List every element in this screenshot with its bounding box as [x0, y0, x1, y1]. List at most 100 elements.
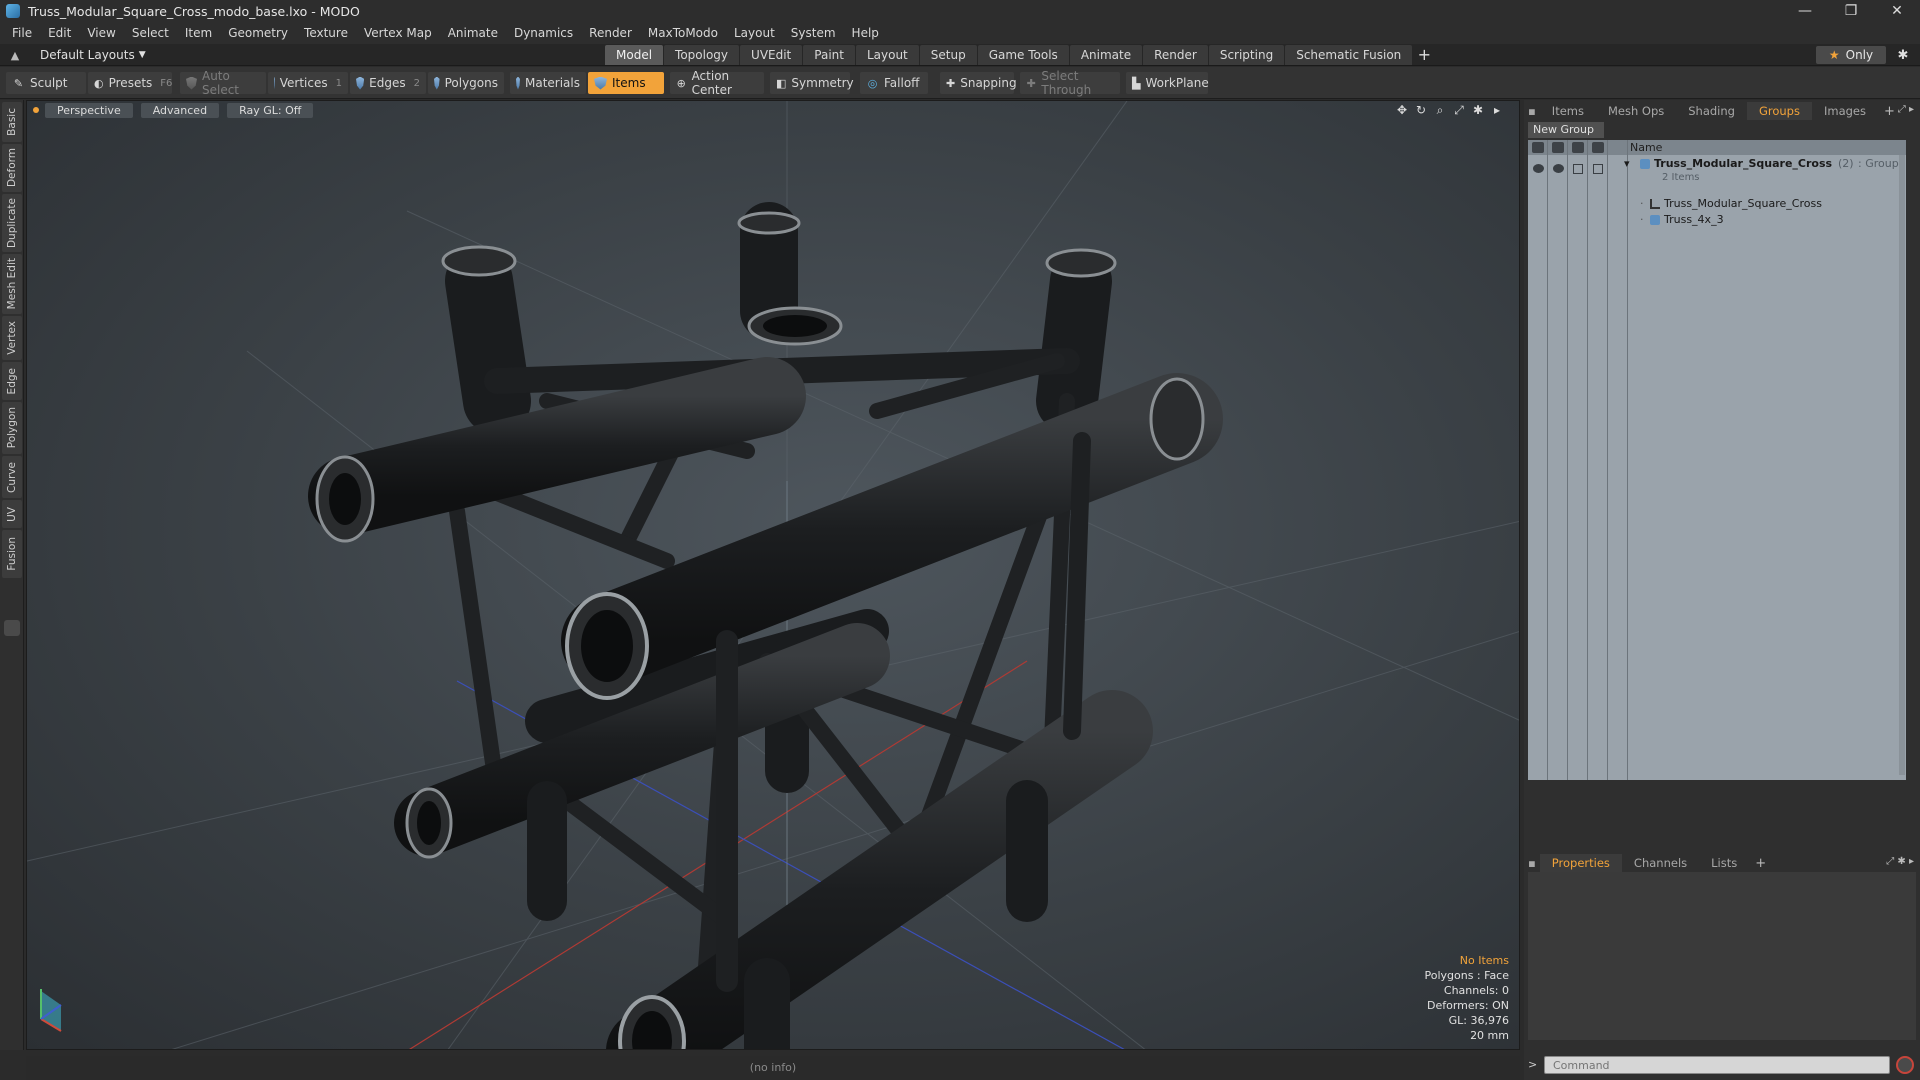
menu-geometry[interactable]: Geometry — [220, 22, 296, 44]
vtab-uv[interactable]: UV — [2, 500, 22, 528]
items-button[interactable]: Items — [588, 72, 664, 94]
viewport-menu-icon[interactable] — [33, 107, 39, 113]
only-toggle-button[interactable]: ★ Only — [1816, 46, 1886, 64]
panel-menu-dot-icon[interactable]: ▪ — [1524, 102, 1540, 120]
minimize-button[interactable]: — — [1782, 0, 1828, 22]
action-center-button[interactable]: ⊕ Action Center — [670, 69, 764, 97]
menu-file[interactable]: File — [4, 22, 40, 44]
close-button[interactable]: ✕ — [1874, 0, 1920, 22]
vtab-fusion[interactable]: Fusion — [2, 530, 22, 578]
properties-expand-icon[interactable]: ⤢ ✱ ▸ — [1886, 856, 1914, 867]
expand-arrow-icon[interactable]: ▸ — [1489, 102, 1505, 118]
select-through-button[interactable]: ✚ Select Through — [1020, 69, 1120, 97]
tab-items[interactable]: Items — [1540, 102, 1596, 120]
tab-images[interactable]: Images — [1812, 102, 1878, 120]
vertices-button[interactable]: Vertices 1 — [268, 72, 348, 94]
tab-topology[interactable]: Topology — [664, 45, 740, 65]
menu-vertex-map[interactable]: Vertex Map — [356, 22, 440, 44]
properties-tabs: ▪ Properties Channels Lists + ⤢ ✱ ▸ — [1524, 854, 1920, 872]
tab-scripting[interactable]: Scripting — [1208, 45, 1285, 65]
materials-button[interactable]: Materials — [510, 72, 586, 94]
list-item[interactable]: · Truss_4x_3 — [1528, 212, 1906, 228]
shading-dropdown[interactable]: Advanced — [140, 102, 220, 118]
tab-paint[interactable]: Paint — [803, 45, 855, 65]
viewport-gear-icon[interactable]: ✱ — [1470, 102, 1486, 118]
restore-button[interactable]: ❐ — [1828, 0, 1874, 22]
view-mode-dropdown[interactable]: Perspective — [45, 102, 133, 118]
rotate-icon[interactable]: ↻ — [1413, 102, 1429, 118]
menu-layout[interactable]: Layout — [726, 22, 783, 44]
layout-selector[interactable]: ▲ Default Layouts ▼ — [6, 46, 146, 64]
menu-system[interactable]: System — [783, 22, 844, 44]
falloff-button[interactable]: ◎ Falloff — [860, 72, 928, 94]
tab-setup[interactable]: Setup — [919, 45, 977, 65]
falloff-icon: ◎ — [867, 76, 878, 90]
presets-icon: ◐ — [94, 76, 104, 90]
workplane-button[interactable]: ▙ WorkPlane — [1126, 72, 1209, 94]
fit-icon[interactable]: ⤢ — [1451, 102, 1467, 118]
tab-lists[interactable]: Lists — [1699, 854, 1749, 872]
tab-model[interactable]: Model — [605, 45, 664, 65]
vtab-polygon[interactable]: Polygon — [2, 402, 22, 454]
tab-schematic-fusion[interactable]: Schematic Fusion — [1285, 45, 1413, 65]
zoom-icon[interactable]: ⌕ — [1432, 102, 1448, 118]
add-properties-tab-plus-icon[interactable]: + — [1749, 856, 1772, 871]
chevron-down-icon: ▼ — [138, 50, 146, 60]
vtab-deform[interactable]: Deform — [2, 144, 22, 192]
menu-help[interactable]: Help — [844, 22, 887, 44]
menu-texture[interactable]: Texture — [296, 22, 356, 44]
tab-uvedit[interactable]: UVEdit — [740, 45, 803, 65]
tab-channels[interactable]: Channels — [1622, 854, 1699, 872]
sculpt-button[interactable]: ✎ Sculpt — [6, 72, 86, 94]
snapping-button[interactable]: ✚ Snapping — [940, 72, 1017, 94]
panel-expand-icon[interactable]: ⤢ ▸ — [1898, 104, 1914, 115]
tab-layout[interactable]: Layout — [855, 45, 919, 65]
auto-select-button[interactable]: Auto Select — [180, 69, 266, 97]
tab-properties[interactable]: Properties — [1539, 854, 1622, 872]
vtab-edge[interactable]: Edge — [2, 362, 22, 400]
pan-icon[interactable]: ✥ — [1394, 102, 1410, 118]
polygons-button[interactable]: Polygons — [428, 72, 504, 94]
star-icon: ★ — [1828, 48, 1840, 62]
command-input[interactable] — [1544, 1056, 1890, 1074]
vtab-mesh-edit[interactable]: Mesh Edit — [2, 254, 22, 314]
menu-maxtomodo[interactable]: MaxToModo — [640, 22, 726, 44]
tab-game-tools[interactable]: Game Tools — [977, 45, 1069, 65]
vtab-curve[interactable]: Curve — [2, 456, 22, 498]
edges-button[interactable]: Edges 2 — [350, 72, 426, 94]
collapse-up-icon[interactable]: ▲ — [6, 46, 24, 64]
groups-scrollbar[interactable] — [1899, 155, 1905, 775]
vtab-basic[interactable]: Basic — [2, 102, 22, 142]
collapse-toggle-icon[interactable] — [4, 620, 20, 636]
command-prompt-icon: > — [1528, 1058, 1538, 1071]
3d-viewport[interactable]: Perspective Advanced Ray GL: Off ✥ ↻ ⌕ ⤢… — [26, 100, 1520, 1050]
menu-item[interactable]: Item — [177, 22, 220, 44]
list-item[interactable]: · Truss_Modular_Square_Cross — [1528, 196, 1906, 212]
gear-icon[interactable]: ✱ — [1894, 46, 1912, 64]
tab-render[interactable]: Render — [1143, 45, 1208, 65]
command-history-button[interactable] — [1896, 1056, 1914, 1074]
menu-edit[interactable]: Edit — [40, 22, 79, 44]
truss-3d-model — [27, 101, 1519, 1049]
menu-view[interactable]: View — [79, 22, 123, 44]
tab-mesh-ops[interactable]: Mesh Ops — [1596, 102, 1676, 120]
vtab-vertex[interactable]: Vertex — [2, 316, 22, 360]
menu-dynamics[interactable]: Dynamics — [506, 22, 581, 44]
properties-menu-dot-icon[interactable]: ▪ — [1524, 854, 1540, 872]
new-group-button[interactable]: New Group — [1528, 122, 1604, 138]
modo-app-icon — [6, 4, 20, 18]
tab-shading[interactable]: Shading — [1676, 102, 1747, 120]
menu-animate[interactable]: Animate — [440, 22, 506, 44]
menu-render[interactable]: Render — [581, 22, 640, 44]
tab-animate[interactable]: Animate — [1069, 45, 1143, 65]
status-bar: (no info) — [26, 1056, 1520, 1080]
viewport-info-overlay: No Items Polygons : Face Channels: 0 Def… — [1424, 953, 1509, 1043]
add-tab-plus-icon[interactable]: + — [1413, 45, 1435, 65]
tab-groups[interactable]: Groups — [1746, 102, 1812, 120]
menu-select[interactable]: Select — [124, 22, 177, 44]
symmetry-button[interactable]: ◧ Symmetry — [770, 72, 854, 94]
name-column-header[interactable]: Name — [1630, 140, 1662, 155]
presets-button[interactable]: ◐ Presets F6 — [88, 72, 172, 94]
raygl-dropdown[interactable]: Ray GL: Off — [227, 102, 314, 118]
vtab-duplicate[interactable]: Duplicate — [2, 194, 22, 252]
